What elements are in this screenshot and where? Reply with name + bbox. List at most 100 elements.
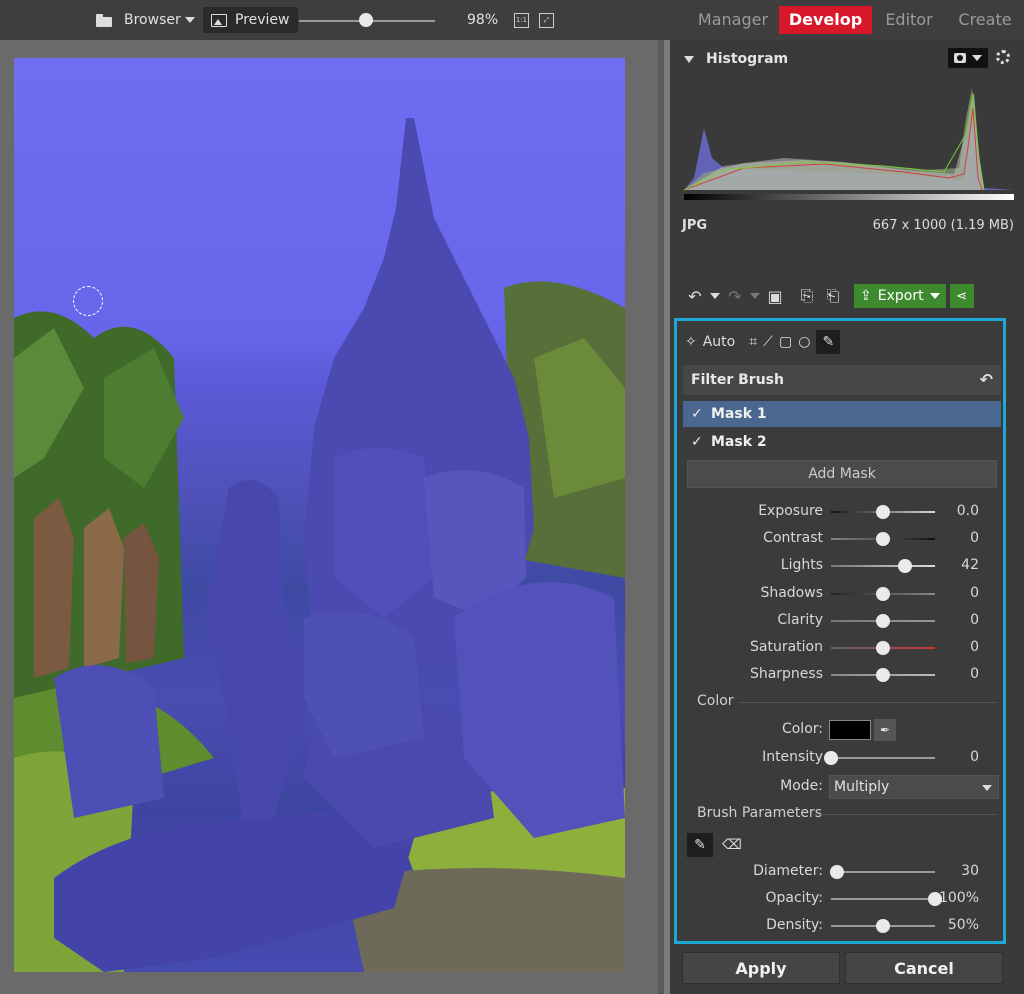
exposure-knob[interactable]	[876, 505, 890, 519]
tab-develop[interactable]: Develop	[779, 6, 872, 34]
one-to-one-button[interactable]: 1:1	[514, 0, 529, 40]
top-bar: Browser Preview 98% 1:1 ⤢ Manager Develo…	[0, 0, 1024, 40]
paste-settings-icon[interactable]: ⎗	[822, 286, 844, 306]
magic-wand-icon[interactable]: ✧	[685, 334, 697, 350]
sharpness-slider[interactable]: Sharpness 0	[677, 664, 1003, 686]
tab-manager[interactable]: Manager	[694, 6, 772, 34]
one-to-one-icon: 1:1	[514, 12, 529, 28]
shadows-knob[interactable]	[876, 586, 890, 601]
lights-knob[interactable]	[897, 559, 912, 574]
redo-history-dropdown[interactable]	[750, 293, 760, 299]
browser-dropdown[interactable]	[185, 0, 195, 40]
chevron-down-icon	[972, 55, 982, 61]
apply-button[interactable]: Apply	[682, 952, 840, 984]
radial-filter-icon[interactable]: ○	[798, 334, 810, 350]
mask-item-1[interactable]: ✓ Mask 1	[683, 401, 1001, 427]
fit-screen-button[interactable]: ⤢	[539, 0, 554, 40]
filter-brush-header: Filter Brush ↶	[683, 365, 1001, 395]
contrast-value: 0	[970, 530, 979, 547]
diameter-slider[interactable]: Diameter: 30	[677, 861, 1003, 883]
share-icon: ⋖	[956, 288, 968, 304]
collapse-triangle-icon[interactable]	[684, 55, 694, 63]
back-arrow-icon[interactable]: ↶	[980, 370, 993, 389]
export-label: Export	[877, 288, 924, 304]
saturation-slider[interactable]: Saturation 0	[677, 637, 1003, 659]
crop-icon[interactable]: ⌗	[749, 334, 757, 350]
intensity-value: 0	[970, 749, 979, 765]
contrast-knob[interactable]	[876, 532, 890, 547]
cancel-button[interactable]: Cancel	[845, 952, 1003, 984]
filter-brush-title: Filter Brush	[691, 372, 784, 388]
opacity-label: Opacity:	[765, 890, 823, 907]
preview-button[interactable]: Preview	[203, 0, 298, 40]
redo-icon[interactable]: ↷	[724, 287, 746, 306]
intensity-track[interactable]	[831, 757, 935, 759]
saturation-knob[interactable]	[876, 641, 890, 655]
saturation-value: 0	[970, 639, 979, 655]
color-label: Color:	[781, 721, 823, 737]
add-mask-button[interactable]: Add Mask	[687, 460, 997, 488]
diameter-value: 30	[961, 863, 979, 879]
mode-label: Mode:	[780, 778, 823, 794]
share-button[interactable]: ⋖	[949, 284, 974, 308]
export-button[interactable]: ⇪ Export	[854, 284, 946, 308]
folder-icon	[96, 13, 112, 27]
intensity-knob[interactable]	[824, 751, 838, 765]
gear-icon[interactable]	[996, 50, 1010, 64]
blend-mode-select[interactable]: Multiply	[829, 775, 999, 799]
eyedropper-icon[interactable]: ✒	[874, 719, 896, 741]
lights-value: 42	[961, 557, 979, 574]
color-swatch[interactable]	[829, 720, 871, 740]
compare-image-icon[interactable]: ▣	[764, 287, 786, 306]
clarity-slider[interactable]: Clarity 0	[677, 610, 1003, 632]
color-section-label: Color	[697, 693, 734, 709]
diameter-track[interactable]	[831, 871, 935, 873]
undo-icon[interactable]: ↶	[684, 287, 706, 306]
opacity-track[interactable]	[831, 898, 935, 901]
histogram-mode-button[interactable]	[948, 48, 988, 68]
histogram-header[interactable]: Histogram	[680, 48, 1014, 70]
lights-slider[interactable]: Lights 42	[677, 555, 1003, 577]
section-divider	[739, 702, 997, 703]
shadows-label: Shadows	[760, 584, 823, 601]
zoom-slider-knob[interactable]	[359, 13, 373, 27]
clarity-label: Clarity	[777, 611, 823, 628]
paint-brush-icon[interactable]: ✎	[687, 833, 713, 857]
opacity-slider[interactable]: Opacity: 100%	[677, 888, 1003, 910]
lights-track[interactable]	[831, 565, 935, 568]
section-divider	[813, 814, 997, 815]
density-slider[interactable]: Density: 50%	[677, 915, 1003, 937]
brush-icon[interactable]: ✎	[816, 330, 841, 354]
histogram-title: Histogram	[706, 51, 789, 67]
edit-toolbar: ↶ ↷ ▣ ⎘ ⎗ ⇪ Export ⋖	[684, 284, 1014, 308]
tab-editor[interactable]: Editor	[880, 6, 938, 34]
exposure-slider[interactable]: Exposure 0.0	[677, 501, 1003, 523]
saturation-label: Saturation	[750, 639, 823, 655]
eraser-icon[interactable]: ⌫	[719, 833, 745, 857]
intensity-label: Intensity	[762, 749, 823, 765]
contrast-slider[interactable]: Contrast 0	[677, 528, 1003, 550]
tab-create[interactable]: Create	[952, 6, 1018, 34]
browser-button[interactable]: Browser	[96, 0, 181, 40]
mask-item-2[interactable]: ✓ Mask 2	[683, 429, 1001, 455]
shadows-slider[interactable]: Shadows 0	[677, 583, 1003, 605]
panel-divider[interactable]	[658, 40, 670, 994]
opacity-value: 100%	[938, 890, 979, 907]
intensity-slider[interactable]: Intensity 0	[677, 747, 1003, 769]
exposure-value: 0.0	[956, 503, 979, 519]
clarity-knob[interactable]	[876, 613, 890, 628]
density-knob[interactable]	[876, 919, 890, 934]
browser-label: Browser	[124, 12, 181, 28]
undo-history-dropdown[interactable]	[710, 293, 720, 299]
transform-icon[interactable]: ⟋	[763, 334, 773, 350]
copy-settings-icon[interactable]: ⎘	[796, 286, 818, 306]
checkbox-checked-icon[interactable]: ✓	[691, 434, 703, 450]
brush-cursor	[73, 286, 103, 316]
exposure-label: Exposure	[758, 503, 823, 519]
auto-button[interactable]: Auto	[703, 334, 736, 350]
diameter-knob[interactable]	[830, 865, 845, 879]
text-icon[interactable]: ▢	[779, 334, 792, 350]
photo-with-mask-overlay[interactable]	[14, 58, 625, 972]
sharpness-knob[interactable]	[876, 668, 890, 683]
checkbox-checked-icon[interactable]: ✓	[691, 406, 703, 422]
